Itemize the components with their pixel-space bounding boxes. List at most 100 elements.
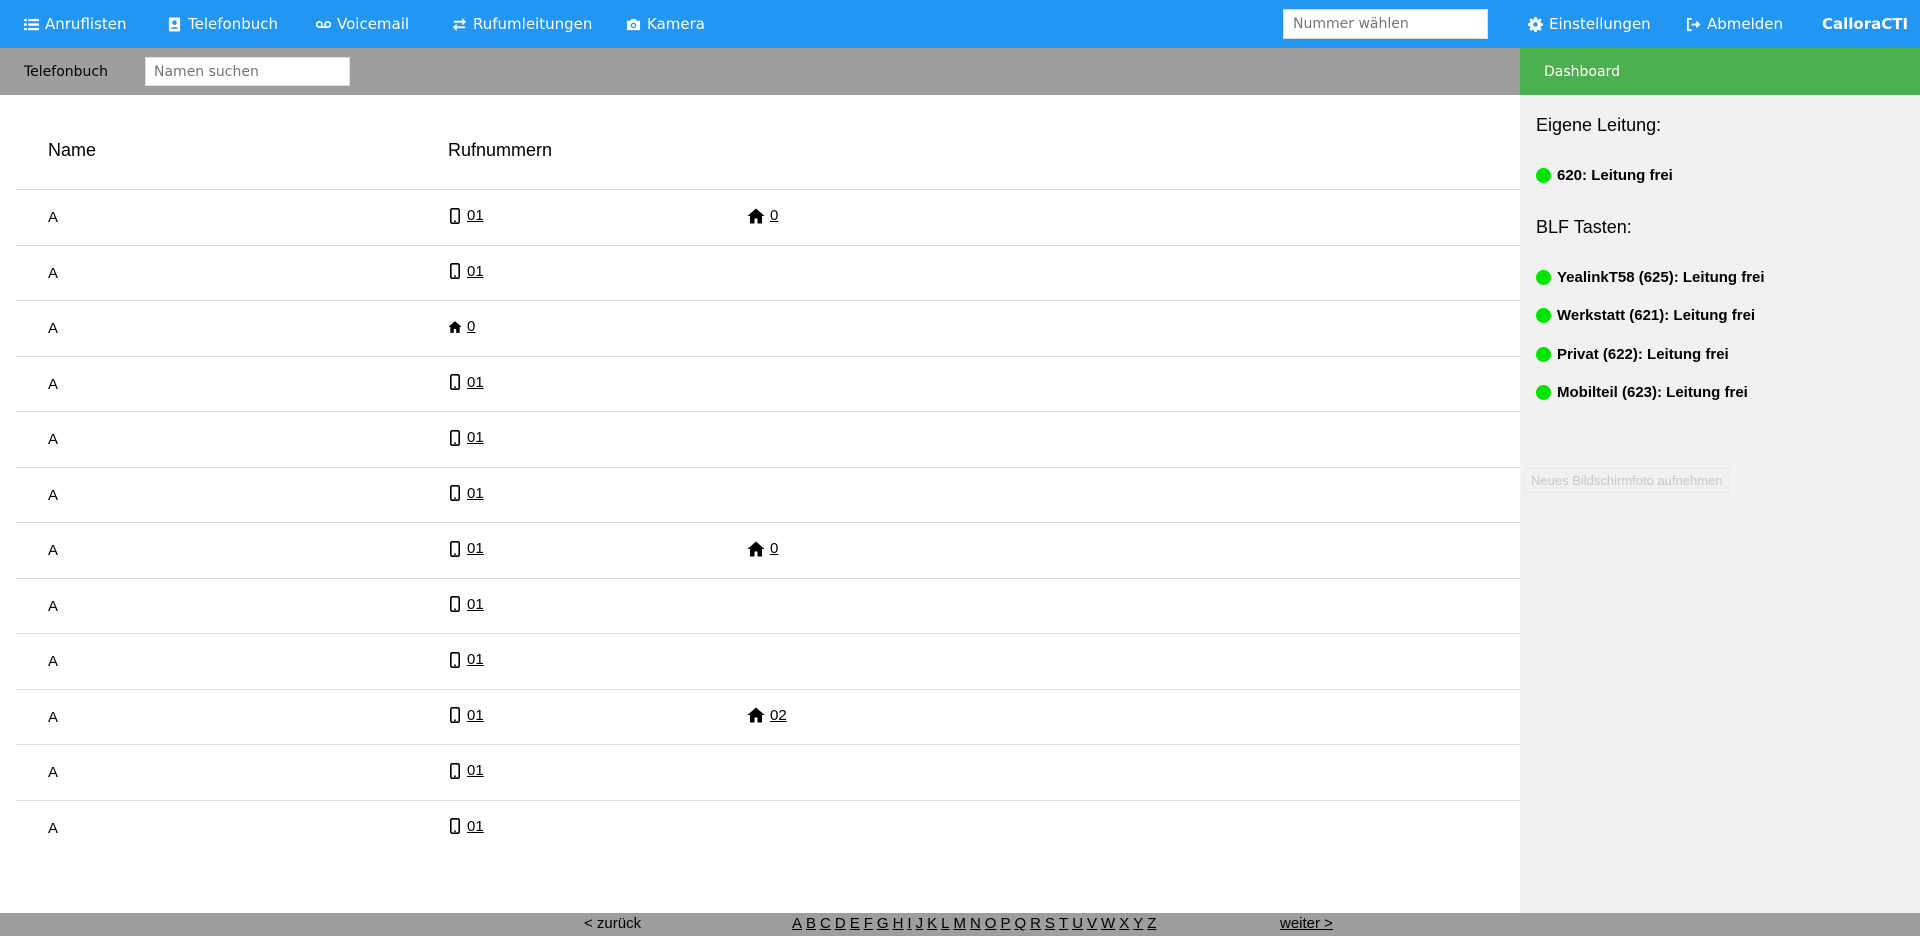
mobile-number-link[interactable]: 01 — [467, 707, 484, 724]
letter-filter-link[interactable]: D — [835, 915, 846, 932]
mobile-number-link[interactable]: 01 — [467, 374, 484, 391]
table-row: A 01 — [16, 801, 1520, 857]
mobile-number[interactable]: 01 — [448, 485, 484, 502]
contact-name[interactable]: A — [48, 265, 60, 282]
letter-filter-link[interactable]: H — [893, 915, 904, 932]
contact-name[interactable]: A — [48, 764, 60, 781]
blf-key[interactable]: Werkstatt (621): Leitung frei — [1536, 307, 1755, 324]
contact-name[interactable]: A — [48, 653, 60, 670]
logout-button[interactable]: Abmelden — [1686, 0, 1783, 48]
letter-filter-link[interactable]: J — [916, 915, 924, 932]
nav-label: Anruflisten — [45, 15, 127, 33]
letter-filter-link[interactable]: I — [907, 915, 911, 932]
mobile-number-link[interactable]: 01 — [467, 540, 484, 557]
brand-name: CalloraCTI — [1822, 15, 1909, 33]
phonebook-toolbar: Telefonbuch — [0, 48, 1520, 95]
home-icon — [747, 707, 765, 723]
mobile-number-link[interactable]: 01 — [467, 263, 484, 280]
letter-filter-link[interactable]: G — [877, 915, 889, 932]
nav-kamera[interactable]: Kamera — [626, 0, 705, 48]
home-number[interactable]: 0 — [448, 318, 475, 335]
contact-name[interactable]: A — [48, 320, 60, 337]
letter-filter-link[interactable]: U — [1072, 915, 1083, 932]
home-number-link[interactable]: 0 — [770, 540, 778, 557]
nav-anruflisten[interactable]: Anruflisten — [24, 0, 127, 48]
mobile-number[interactable]: 01 — [448, 207, 484, 224]
mobile-number-link[interactable]: 01 — [467, 485, 484, 502]
mobile-number-link[interactable]: 01 — [467, 651, 484, 668]
contact-name[interactable]: A — [48, 431, 60, 448]
table-row: A 01 — [16, 745, 1520, 801]
letter-filter-link[interactable]: Z — [1147, 915, 1156, 932]
mobile-number[interactable]: 01 — [448, 818, 484, 835]
mobile-number-link[interactable]: 01 — [467, 596, 484, 613]
mobile-number[interactable]: 01 — [448, 707, 484, 724]
table-row: A0 — [16, 301, 1520, 357]
blf-key[interactable]: Privat (622): Leitung frei — [1536, 346, 1729, 363]
letter-filter-link[interactable]: X — [1119, 915, 1129, 932]
mobile-number-link[interactable]: 01 — [467, 429, 484, 446]
name-search-input[interactable] — [145, 57, 350, 86]
contact-name[interactable]: A — [48, 709, 60, 726]
mobile-number[interactable]: 01 — [448, 263, 484, 280]
mobile-number-link[interactable]: 01 — [467, 818, 484, 835]
contact-name[interactable]: A — [48, 542, 60, 559]
letter-filter-link[interactable]: B — [806, 915, 816, 932]
letter-filter-link[interactable]: T — [1059, 915, 1068, 932]
letter-filter-link[interactable]: R — [1030, 915, 1041, 932]
dashboard-tab[interactable]: Dashboard — [1520, 48, 1920, 95]
mobile-number[interactable]: 01 — [448, 540, 484, 557]
contact-name[interactable]: A — [48, 820, 60, 837]
nav-rufumleitungen[interactable]: Rufumleitungen — [452, 0, 592, 48]
table-row: A 01 — [16, 357, 1520, 412]
letter-filter-link[interactable]: A — [792, 915, 802, 932]
mobile-number-link[interactable]: 01 — [467, 207, 484, 224]
own-line-status[interactable]: 620: Leitung frei — [1536, 167, 1673, 184]
letter-filter-link[interactable]: F — [864, 915, 873, 932]
status-free-icon — [1536, 168, 1551, 183]
letter-filter-link[interactable]: C — [820, 915, 831, 932]
alphabet-filter: ABCDEFGHIJKLMNOPQRSTUVWXYZ — [792, 915, 1156, 932]
home-number-link[interactable]: 0 — [467, 318, 475, 335]
letter-filter-link[interactable]: M — [953, 915, 966, 932]
table-row: A 01 — [16, 246, 1520, 301]
blf-key[interactable]: Mobilteil (623): Leitung frei — [1536, 384, 1748, 401]
mobile-number[interactable]: 01 — [448, 596, 484, 613]
letter-filter-link[interactable]: W — [1101, 915, 1115, 932]
nav-voicemail[interactable]: Voicemail — [316, 0, 409, 48]
letter-filter-link[interactable]: L — [941, 915, 949, 932]
mobile-number-link[interactable]: 01 — [467, 762, 484, 779]
home-number-link[interactable]: 0 — [770, 207, 778, 224]
letter-filter-link[interactable]: O — [985, 915, 997, 932]
nav-telefonbuch[interactable]: Telefonbuch — [167, 0, 278, 48]
blf-key-label: Mobilteil (623): Leitung frei — [1557, 384, 1748, 401]
letter-filter-link[interactable]: K — [927, 915, 937, 932]
home-number[interactable]: 0 — [747, 540, 778, 557]
letter-filter-link[interactable]: E — [850, 915, 860, 932]
mobile-number[interactable]: 01 — [448, 429, 484, 446]
letter-filter-link[interactable]: P — [1000, 915, 1010, 932]
home-number[interactable]: 02 — [747, 707, 787, 724]
mobile-phone-icon — [450, 818, 460, 834]
letter-filter-link[interactable]: S — [1045, 915, 1055, 932]
mobile-number[interactable]: 01 — [448, 651, 484, 668]
mobile-number[interactable]: 01 — [448, 374, 484, 391]
blf-key[interactable]: YealinkT58 (625): Leitung frei — [1536, 269, 1765, 286]
previous-page-link[interactable]: < zurück — [584, 915, 641, 932]
next-page-link[interactable]: weiter > — [1280, 915, 1333, 932]
mobile-phone-icon — [450, 651, 460, 668]
dial-number-input[interactable] — [1283, 9, 1488, 39]
mobile-number[interactable]: 01 — [448, 762, 484, 779]
settings-button[interactable]: Einstellungen — [1528, 0, 1651, 48]
letter-filter-link[interactable]: Q — [1014, 915, 1026, 932]
table-row: A 01 — [16, 579, 1520, 634]
contact-name[interactable]: A — [48, 487, 60, 504]
contact-name[interactable]: A — [48, 209, 60, 226]
contact-name[interactable]: A — [48, 376, 60, 393]
home-number[interactable]: 0 — [747, 207, 778, 224]
letter-filter-link[interactable]: Y — [1133, 915, 1143, 932]
letter-filter-link[interactable]: V — [1087, 915, 1097, 932]
contact-name[interactable]: A — [48, 598, 60, 615]
home-number-link[interactable]: 02 — [770, 707, 787, 724]
letter-filter-link[interactable]: N — [970, 915, 981, 932]
